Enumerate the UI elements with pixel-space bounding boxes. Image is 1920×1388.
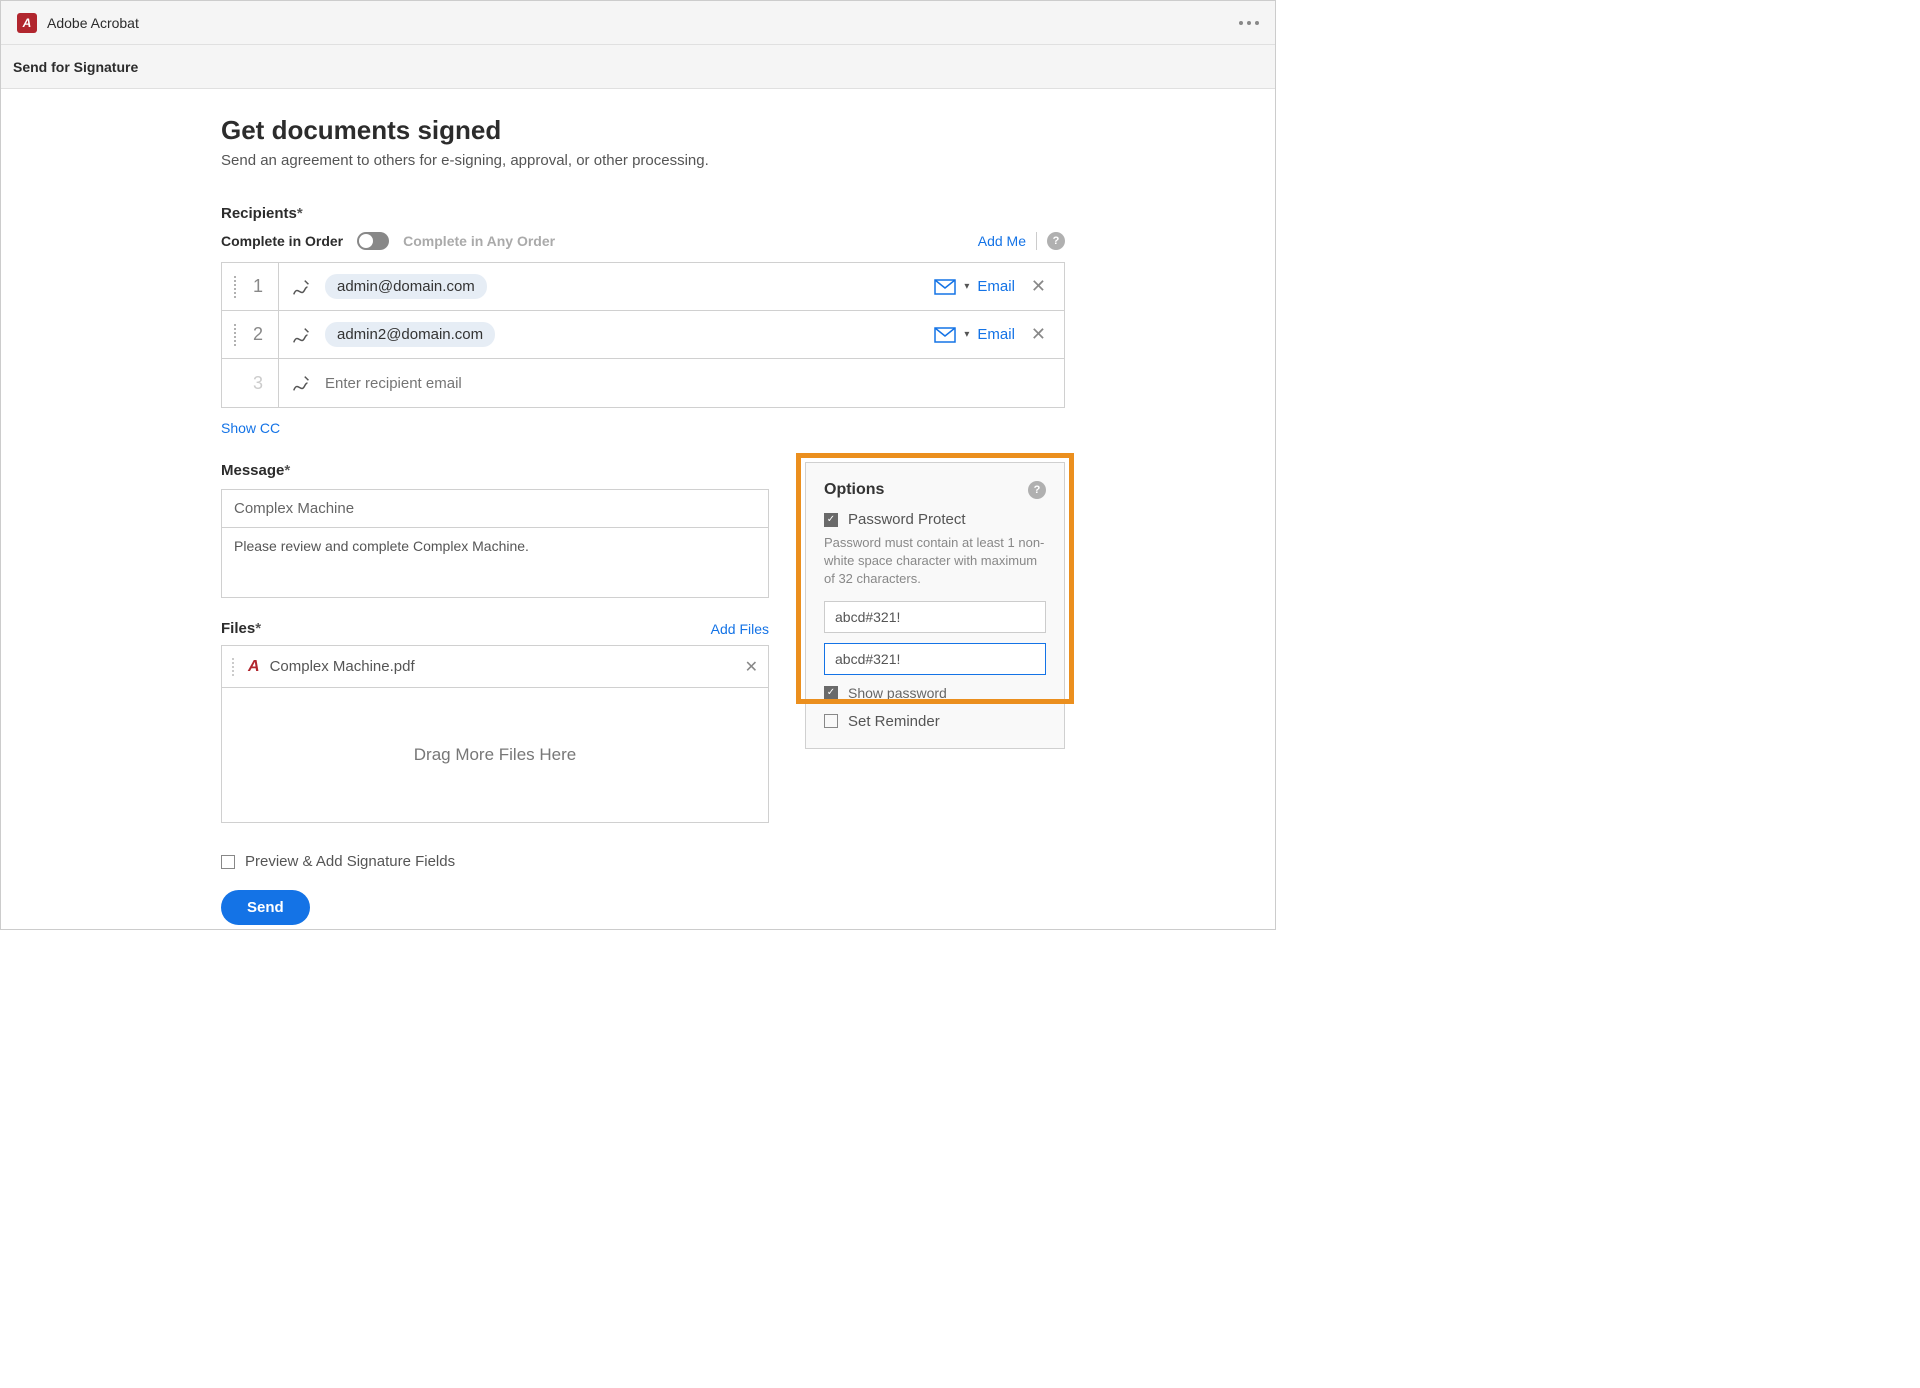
recipient-row: 1 admin@domain.com ▾ Email ✕	[222, 263, 1064, 311]
password-protect-label: Password Protect	[848, 511, 966, 528]
content-area: Get documents signed Send an agreement t…	[1, 89, 1275, 929]
password-description: Password must contain at least 1 non-whi…	[824, 534, 1046, 589]
file-row: A Complex Machine.pdf ✕	[222, 646, 768, 688]
files-box: A Complex Machine.pdf ✕ Drag More Files …	[221, 645, 769, 823]
add-me-link[interactable]: Add Me	[978, 233, 1026, 249]
drag-handle-icon[interactable]	[232, 658, 238, 676]
recipient-email-chip[interactable]: admin@domain.com	[325, 274, 487, 299]
dropzone[interactable]: Drag More Files Here	[222, 688, 768, 822]
recipients-label: Recipients*	[221, 205, 1065, 222]
recipient-email-input[interactable]	[325, 375, 1054, 392]
show-cc-link[interactable]: Show CC	[221, 420, 1065, 436]
show-password-checkbox[interactable]: ✓	[824, 686, 838, 700]
app-window: A Adobe Acrobat Send for Signature Get d…	[0, 0, 1276, 930]
order-toggle[interactable]	[357, 232, 389, 250]
titlebar: A Adobe Acrobat	[1, 1, 1275, 45]
password-protect-checkbox[interactable]: ✓	[824, 513, 838, 527]
message-label: Message*	[221, 462, 769, 479]
set-reminder-checkbox[interactable]	[824, 714, 838, 728]
chevron-down-icon[interactable]: ▾	[964, 281, 969, 292]
page-title: Get documents signed	[221, 115, 1065, 146]
sign-role-icon[interactable]	[291, 276, 313, 298]
options-panel: Options ? ✓ Password Protect Password mu…	[805, 462, 1065, 749]
preview-checkbox[interactable]	[221, 855, 235, 869]
divider	[1036, 232, 1037, 250]
remove-recipient-icon[interactable]: ✕	[1023, 276, 1054, 297]
preview-label: Preview & Add Signature Fields	[245, 853, 455, 870]
complete-any-order-label: Complete in Any Order	[403, 233, 555, 249]
add-files-link[interactable]: Add Files	[711, 621, 769, 637]
recipient-number: 2	[250, 324, 266, 345]
delivery-method-label[interactable]: Email	[977, 278, 1015, 295]
drag-handle-icon[interactable]	[232, 324, 238, 346]
password-input[interactable]	[824, 601, 1046, 633]
help-icon[interactable]: ?	[1028, 481, 1046, 499]
options-title: Options	[824, 481, 884, 499]
drag-handle-icon[interactable]	[232, 276, 238, 298]
message-box	[221, 489, 769, 598]
pdf-icon: A	[248, 658, 260, 676]
send-button[interactable]: Send	[221, 890, 310, 925]
sign-role-icon[interactable]	[291, 324, 313, 346]
recipient-row: 2 admin2@domain.com ▾ Email ✕	[222, 311, 1064, 359]
recipient-number: 3	[250, 373, 266, 394]
app-title: Adobe Acrobat	[47, 15, 139, 31]
sign-role-icon[interactable]	[291, 372, 313, 394]
toolbar: Send for Signature	[1, 45, 1275, 89]
preview-row[interactable]: Preview & Add Signature Fields	[221, 853, 769, 870]
file-name: Complex Machine.pdf	[270, 658, 415, 675]
recipients-list: 1 admin@domain.com ▾ Email ✕ 2 admin2@do…	[221, 262, 1065, 408]
message-subject-input[interactable]	[222, 490, 768, 528]
password-protect-row[interactable]: ✓ Password Protect	[824, 511, 1046, 528]
complete-in-order-label: Complete in Order	[221, 233, 343, 249]
envelope-icon[interactable]	[934, 327, 956, 343]
set-reminder-row[interactable]: Set Reminder	[824, 713, 1046, 730]
more-menu-icon[interactable]	[1239, 21, 1259, 25]
recipient-number: 1	[250, 276, 266, 297]
files-label: Files*	[221, 620, 261, 637]
toolbar-title: Send for Signature	[13, 59, 138, 75]
chevron-down-icon[interactable]: ▾	[964, 329, 969, 340]
remove-recipient-icon[interactable]: ✕	[1023, 324, 1054, 345]
acrobat-logo-icon: A	[17, 13, 37, 33]
set-reminder-label: Set Reminder	[848, 713, 940, 730]
show-password-row[interactable]: ✓ Show password	[824, 685, 1046, 701]
delivery-method-label[interactable]: Email	[977, 326, 1015, 343]
envelope-icon[interactable]	[934, 279, 956, 295]
remove-file-icon[interactable]: ✕	[745, 657, 758, 677]
password-confirm-input[interactable]	[824, 643, 1046, 675]
message-body-input[interactable]	[222, 528, 768, 594]
recipient-email-chip[interactable]: admin2@domain.com	[325, 322, 495, 347]
order-toggle-row: Complete in Order Complete in Any Order …	[221, 232, 1065, 250]
page-subtitle: Send an agreement to others for e-signin…	[221, 152, 1065, 169]
show-password-label: Show password	[848, 685, 947, 701]
recipient-row-empty: 3	[222, 359, 1064, 407]
help-icon[interactable]: ?	[1047, 232, 1065, 250]
